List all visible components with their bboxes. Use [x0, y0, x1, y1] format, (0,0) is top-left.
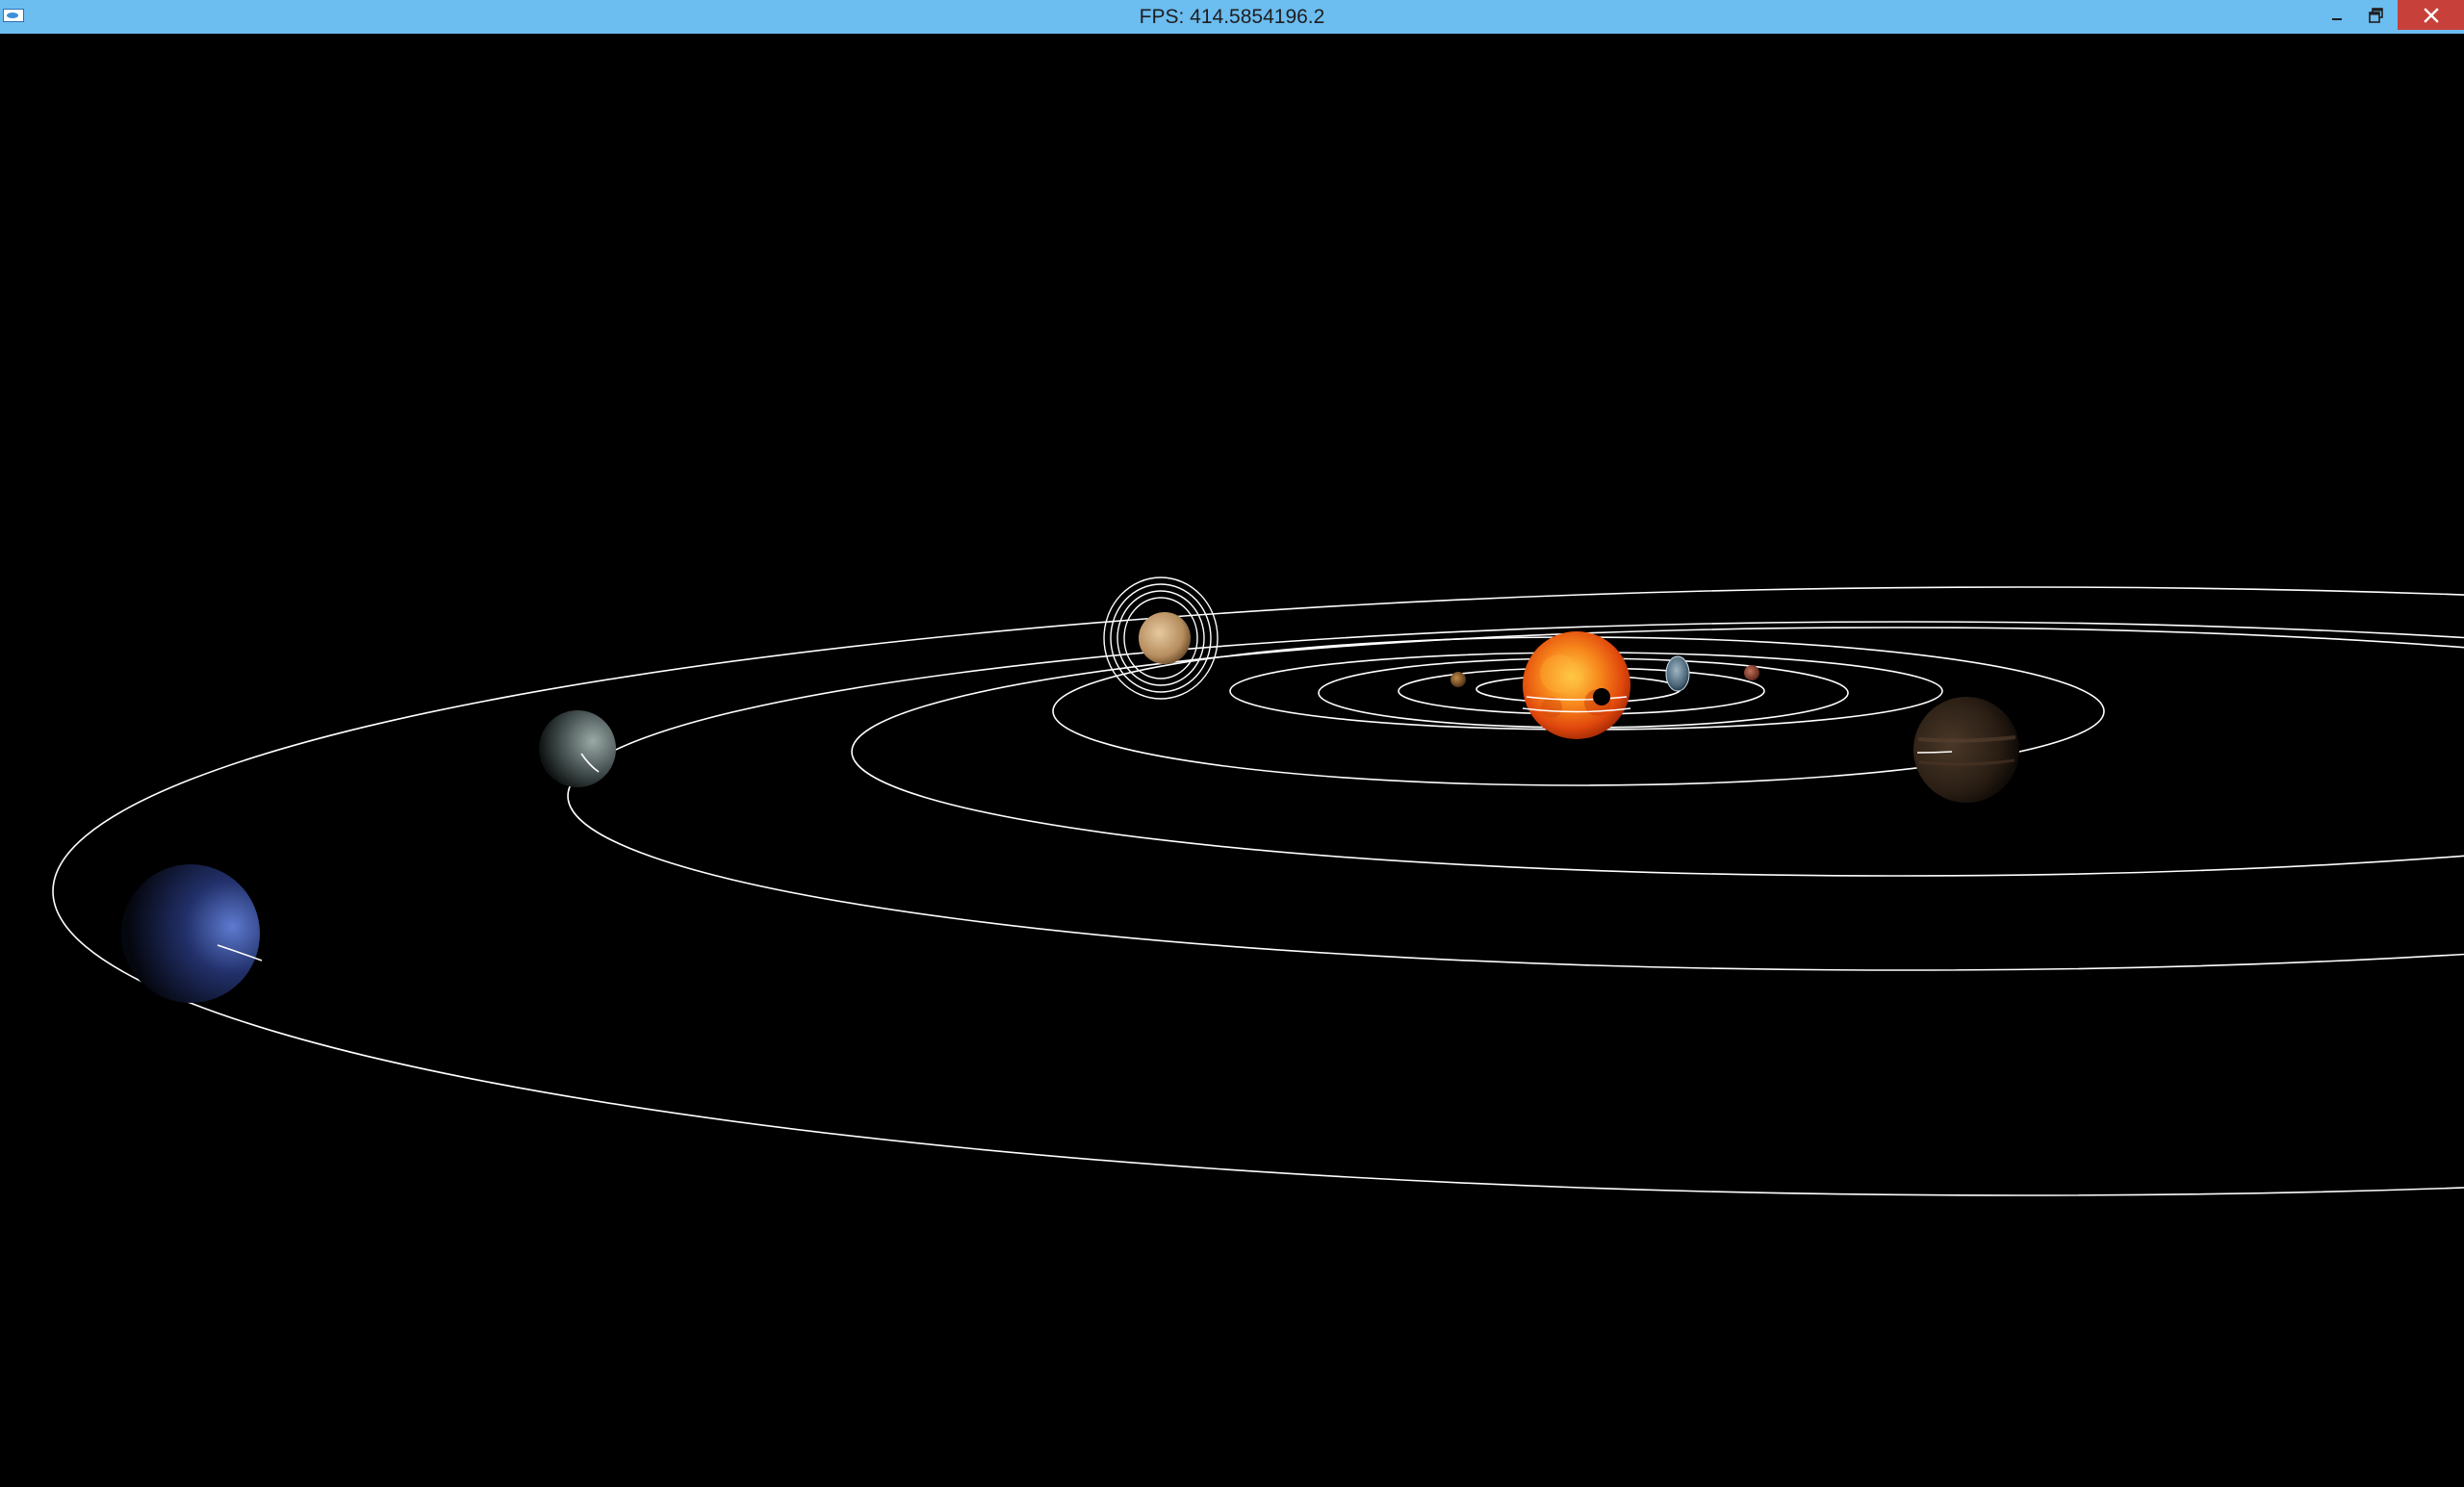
- render-viewport[interactable]: [0, 34, 2464, 1487]
- maximize-button[interactable]: [2357, 0, 2396, 30]
- close-button[interactable]: [2398, 0, 2464, 30]
- orbit-saturn: [851, 627, 2464, 877]
- mars[interactable]: [1744, 665, 1759, 680]
- uranus[interactable]: [539, 710, 616, 787]
- app-icon[interactable]: [3, 9, 24, 22]
- sun[interactable]: [1523, 631, 1630, 739]
- saturn[interactable]: [1103, 577, 1219, 700]
- close-icon: [2423, 7, 2439, 23]
- earth[interactable]: [1665, 655, 1690, 692]
- solar-system-scene: [52, 577, 2464, 1196]
- mercury[interactable]: [1450, 672, 1466, 687]
- minimize-icon: [2332, 17, 2342, 20]
- window-title: FPS: 414.5854196.2: [1139, 6, 1325, 28]
- moon[interactable]: [1593, 688, 1610, 705]
- restore-icon: [2369, 7, 2383, 23]
- minimize-button[interactable]: [2318, 0, 2356, 30]
- app-window: FPS: 414.5854196.2: [0, 0, 2464, 1487]
- title-bar[interactable]: FPS: 414.5854196.2: [0, 0, 2464, 34]
- orbit-neptune: [52, 586, 2464, 1196]
- orbit-paths: [52, 586, 2464, 1196]
- orbit-uranus: [567, 621, 2464, 971]
- jupiter[interactable]: [1913, 697, 2019, 803]
- neptune[interactable]: [121, 864, 260, 1003]
